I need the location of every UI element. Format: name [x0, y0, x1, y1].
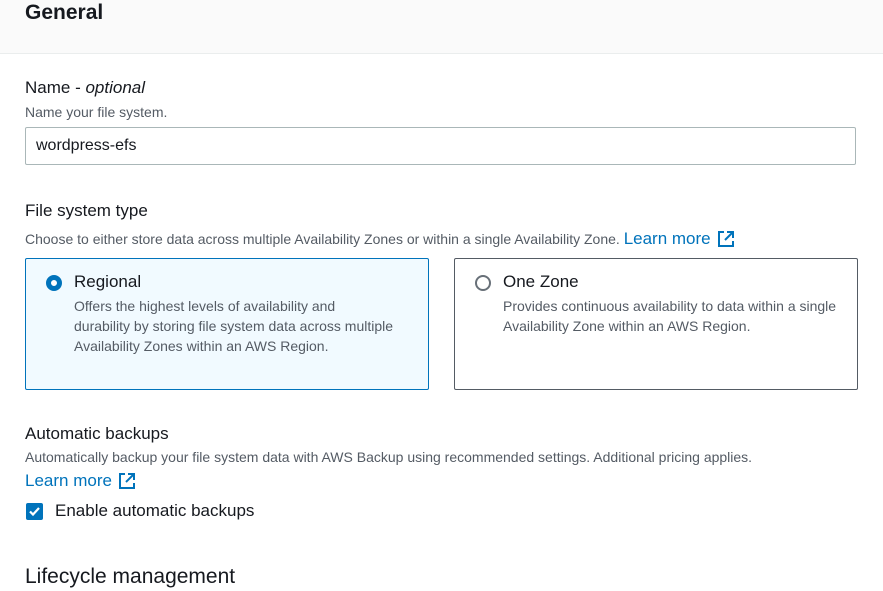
section-header: General	[0, 0, 883, 54]
learn-more-label: Learn more	[25, 471, 112, 490]
name-label-text: Name -	[25, 78, 86, 97]
name-label: Name - optional	[25, 77, 145, 99]
enable-automatic-backups-label[interactable]: Enable automatic backups	[55, 500, 254, 522]
automatic-backups-label: Automatic backups	[25, 424, 169, 443]
regional-title: Regional	[74, 272, 142, 291]
one-zone-radio[interactable]	[475, 275, 491, 291]
section-title: General	[25, 1, 104, 24]
file-system-type-label: File system type	[25, 201, 148, 220]
name-input[interactable]	[25, 127, 856, 165]
checkmark-icon	[29, 507, 40, 517]
one-zone-description: Provides continuous availability to data…	[503, 298, 837, 334]
one-zone-title: One Zone	[503, 272, 579, 291]
optional-tag: optional	[85, 78, 146, 97]
automatic-backups-description-text: Automatically backup your file system da…	[25, 449, 753, 465]
lifecycle-management-title: Lifecycle management	[25, 565, 236, 588]
file-system-type-description-text: Choose to either store data across multi…	[25, 231, 620, 247]
regional-description: Offers the highest levels of availabilit…	[74, 298, 394, 354]
regional-radio[interactable]	[46, 275, 62, 291]
automatic-backups-description: Automatically backup your file system da…	[25, 446, 785, 493]
external-link-icon	[717, 231, 734, 247]
automatic-backups-learn-more-link[interactable]: Learn more	[25, 469, 136, 492]
name-description: Name your file system.	[25, 104, 168, 120]
one-zone-option-tile[interactable]: One Zone Provides continuous availabilit…	[454, 258, 858, 390]
regional-option-tile[interactable]: Regional Offers the highest levels of av…	[25, 258, 429, 390]
external-link-icon	[118, 472, 135, 489]
file-system-type-description: Choose to either store data across multi…	[25, 229, 735, 249]
learn-more-label: Learn more	[623, 229, 711, 248]
file-system-type-learn-more-link[interactable]: Learn more	[624, 229, 735, 249]
enable-automatic-backups-checkbox[interactable]	[26, 503, 43, 520]
